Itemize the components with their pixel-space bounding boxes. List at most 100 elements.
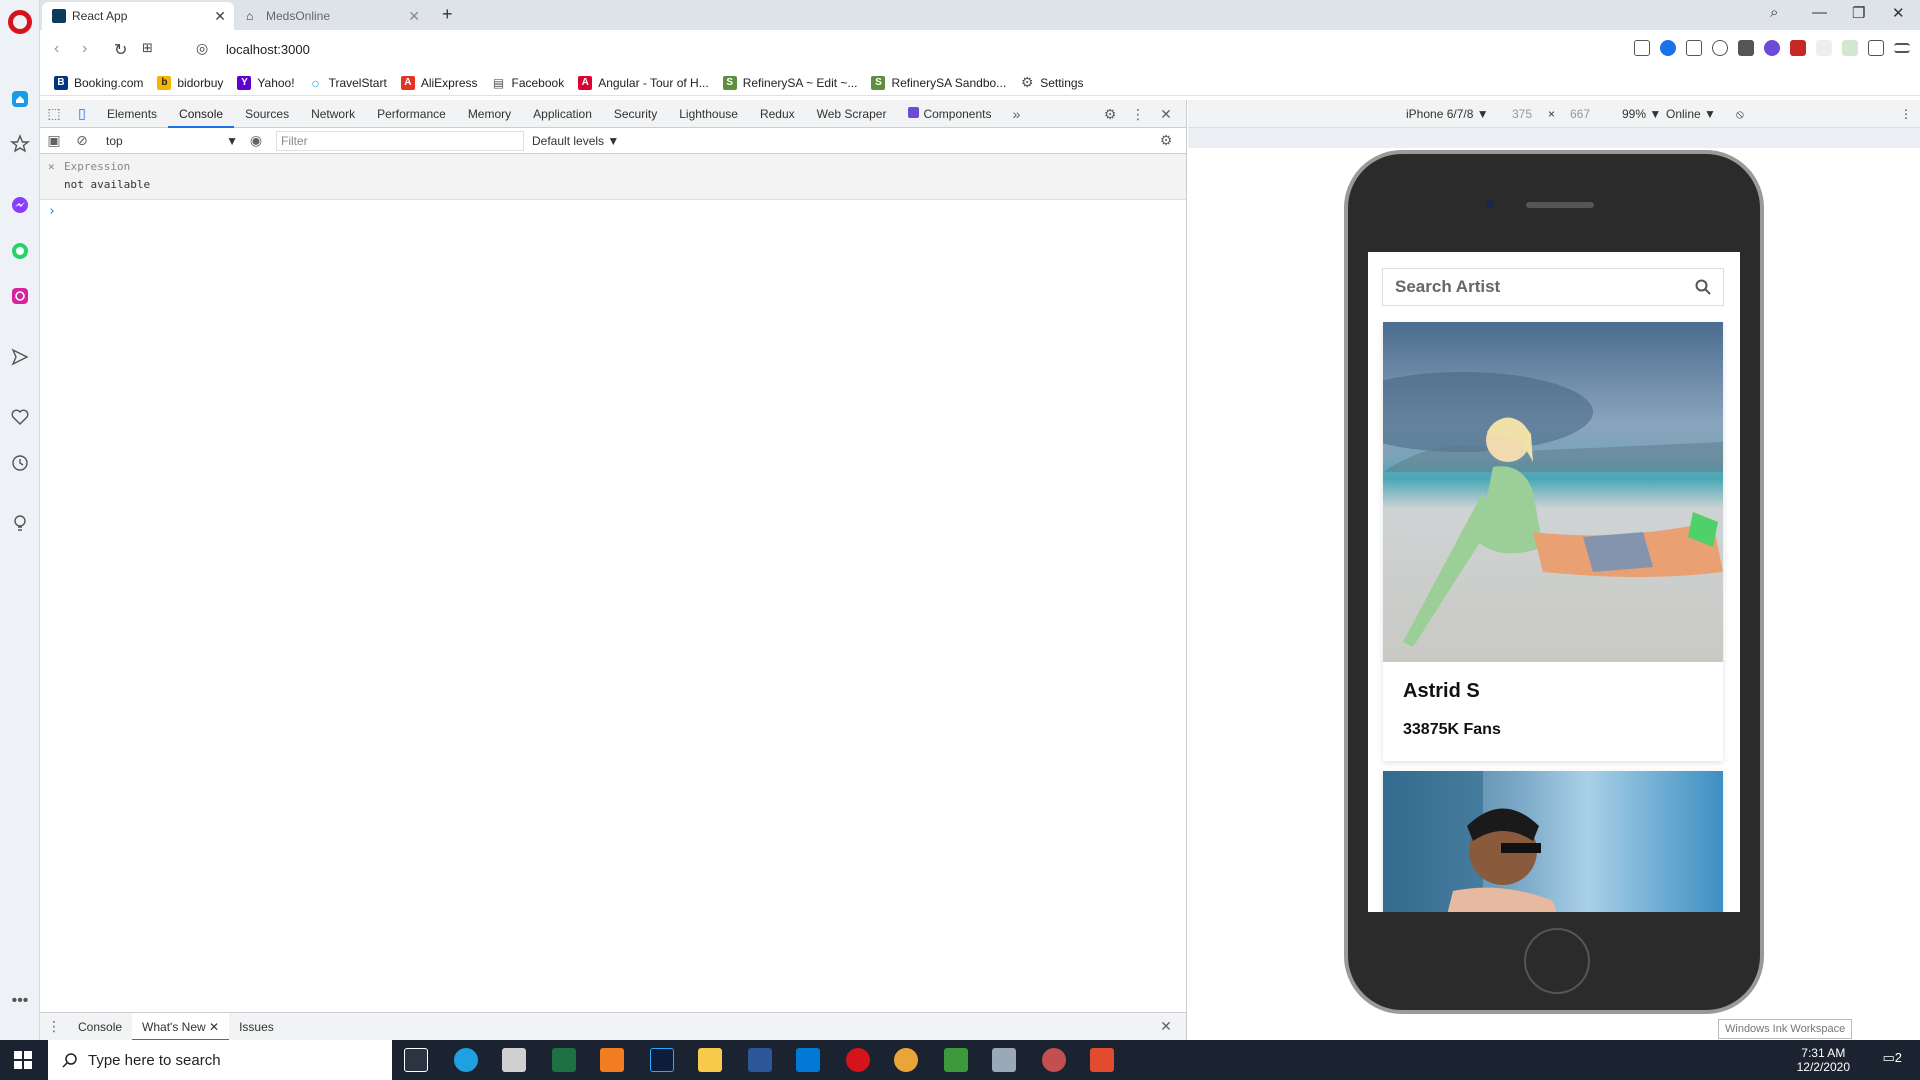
artist-card[interactable]: Astrid S 33875K Fans	[1383, 322, 1723, 761]
extension-red-icon[interactable]	[1790, 40, 1806, 56]
inspect-icon[interactable]: ⬚	[40, 100, 68, 128]
device-height-input[interactable]: 667	[1570, 107, 1590, 121]
history-icon[interactable]	[9, 452, 31, 474]
remove-expression-icon[interactable]: ✕	[48, 160, 55, 173]
bookmark-refinery-sandbox[interactable]: S RefinerySA Sandbo...	[871, 75, 1006, 90]
tab-redux[interactable]: Redux	[749, 100, 806, 128]
restore-button[interactable]: ❐	[1852, 4, 1865, 22]
tab-components[interactable]: Components	[897, 100, 1002, 128]
extension-purple-icon[interactable]	[1764, 40, 1780, 56]
kebab-menu-icon[interactable]: ⋮	[1124, 100, 1152, 128]
mail-icon[interactable]	[748, 1048, 772, 1072]
tab-medsonline[interactable]: ⌂ MedsOnline ✕	[236, 2, 428, 30]
bookmark-aliexpress[interactable]: A AliExpress	[400, 75, 478, 90]
minimize-button[interactable]: —	[1812, 4, 1827, 21]
app-red-icon[interactable]	[1042, 1048, 1066, 1072]
network-throttle-select[interactable]: Online ▼	[1666, 107, 1716, 121]
more-icon[interactable]: •••	[9, 990, 31, 1012]
app-orange-icon[interactable]	[600, 1048, 624, 1072]
eye-icon[interactable]: ◉	[242, 127, 270, 155]
clock[interactable]: 7:31 AM 12/2/2020	[1797, 1046, 1850, 1074]
expression-title[interactable]: Expression	[64, 160, 1178, 173]
tiles-icon[interactable]: ⊞	[142, 40, 153, 56]
close-icon[interactable]: ✕	[209, 1020, 219, 1034]
log-levels-dropdown[interactable]: Default levels ▼	[532, 134, 619, 148]
messenger-icon[interactable]	[9, 194, 31, 216]
extension-light-icon[interactable]	[1816, 40, 1832, 56]
filter-input[interactable]: Filter	[276, 130, 524, 151]
taskbar-search-input[interactable]: Type here to search	[48, 1040, 392, 1080]
home-icon[interactable]	[9, 88, 31, 110]
console-prompt[interactable]: ›	[40, 200, 1186, 223]
opera-icon[interactable]	[846, 1048, 870, 1072]
tab-elements[interactable]: Elements	[96, 100, 168, 128]
bookmark-bidorbuy[interactable]: b bidorbuy	[157, 75, 223, 90]
sidebar-toggle-icon[interactable]: ▣	[40, 127, 68, 155]
gear-icon[interactable]: ⚙	[1096, 100, 1124, 128]
bookmark-refinery-edit[interactable]: S RefinerySA ~ Edit ~...	[722, 75, 857, 90]
tab-console[interactable]: Console	[168, 100, 235, 128]
tab-application[interactable]: Application	[522, 100, 603, 128]
context-select[interactable]: top ▼	[102, 131, 242, 151]
new-tab-button[interactable]: +	[442, 4, 453, 25]
tab-sources[interactable]: Sources	[234, 100, 300, 128]
heart-icon[interactable]	[9, 406, 31, 428]
store-icon[interactable]	[502, 1048, 526, 1072]
bookmark-angular[interactable]: A Angular - Tour of H...	[578, 75, 709, 90]
file-explorer-icon[interactable]	[698, 1048, 722, 1072]
star-icon[interactable]	[9, 133, 31, 155]
excel-icon[interactable]	[552, 1048, 576, 1072]
instagram-icon[interactable]	[9, 285, 31, 307]
close-window-button[interactable]: ✕	[1892, 4, 1905, 22]
tab-memory[interactable]: Memory	[457, 100, 522, 128]
opera-logo-icon[interactable]	[8, 10, 32, 34]
clear-console-icon[interactable]: ⊘	[68, 127, 96, 155]
bulb-icon[interactable]	[9, 512, 31, 534]
vpn-icon[interactable]	[1738, 40, 1754, 56]
back-icon[interactable]: ‹	[54, 40, 59, 58]
shield-icon[interactable]	[1660, 40, 1676, 56]
tab-lighthouse[interactable]: Lighthouse	[668, 100, 749, 128]
vscode-icon[interactable]	[796, 1048, 820, 1072]
bookmark-booking[interactable]: B Booking.com	[54, 75, 143, 90]
console-settings-icon[interactable]: ⚙	[1152, 127, 1180, 155]
task-view-icon[interactable]	[404, 1048, 428, 1072]
close-drawer-icon[interactable]: ✕	[1152, 1013, 1180, 1041]
device-select[interactable]: iPhone 6/7/8 ▼	[1406, 107, 1489, 121]
bookmark-facebook[interactable]: ▤ Facebook	[491, 75, 564, 90]
tab-web-scraper[interactable]: Web Scraper	[806, 100, 898, 128]
drawer-tab-issues[interactable]: Issues	[229, 1013, 284, 1041]
reload-icon[interactable]: ↻	[114, 40, 127, 60]
search-input[interactable]: Search Artist	[1382, 268, 1724, 306]
camera-icon[interactable]	[1634, 40, 1650, 56]
close-tab-icon[interactable]: ✕	[214, 8, 226, 25]
drawer-tab-whats-new[interactable]: What's New ✕	[132, 1012, 230, 1041]
app-gray-icon[interactable]	[992, 1048, 1016, 1072]
tab-network[interactable]: Network	[300, 100, 366, 128]
package-icon[interactable]	[1868, 40, 1884, 56]
extension-colorful-icon[interactable]	[1842, 40, 1858, 56]
chrome-icon[interactable]	[894, 1048, 918, 1072]
notification-center[interactable]: ▭2	[1882, 1050, 1902, 1066]
send-icon[interactable]	[9, 346, 31, 368]
artist-card[interactable]	[1383, 771, 1723, 912]
bookmark-yahoo[interactable]: Y Yahoo!	[237, 75, 295, 90]
send-icon[interactable]	[1686, 40, 1702, 56]
close-tab-icon[interactable]: ✕	[408, 8, 420, 25]
url-field[interactable]: localhost:3000	[226, 42, 310, 57]
zoom-select[interactable]: 99% ▼	[1622, 107, 1661, 121]
device-toggle-icon[interactable]: ▯	[68, 100, 96, 128]
device-menu-icon[interactable]: ⋮	[1900, 107, 1912, 121]
notepad-icon[interactable]	[944, 1048, 968, 1072]
forward-icon[interactable]: ›	[82, 40, 87, 58]
more-tabs-icon[interactable]: »	[1003, 100, 1031, 128]
device-width-input[interactable]: 375	[1512, 107, 1532, 121]
heart-icon[interactable]	[1712, 40, 1728, 56]
bookmark-settings[interactable]: ⚙ Settings	[1020, 74, 1084, 90]
rotate-icon[interactable]: ⦸	[1736, 107, 1744, 122]
drawer-tab-console[interactable]: Console	[68, 1013, 132, 1041]
whatsapp-icon[interactable]	[9, 240, 31, 262]
windows-start-icon[interactable]	[14, 1051, 32, 1069]
search-icon[interactable]	[1695, 279, 1711, 295]
photoshop-icon[interactable]	[650, 1048, 674, 1072]
